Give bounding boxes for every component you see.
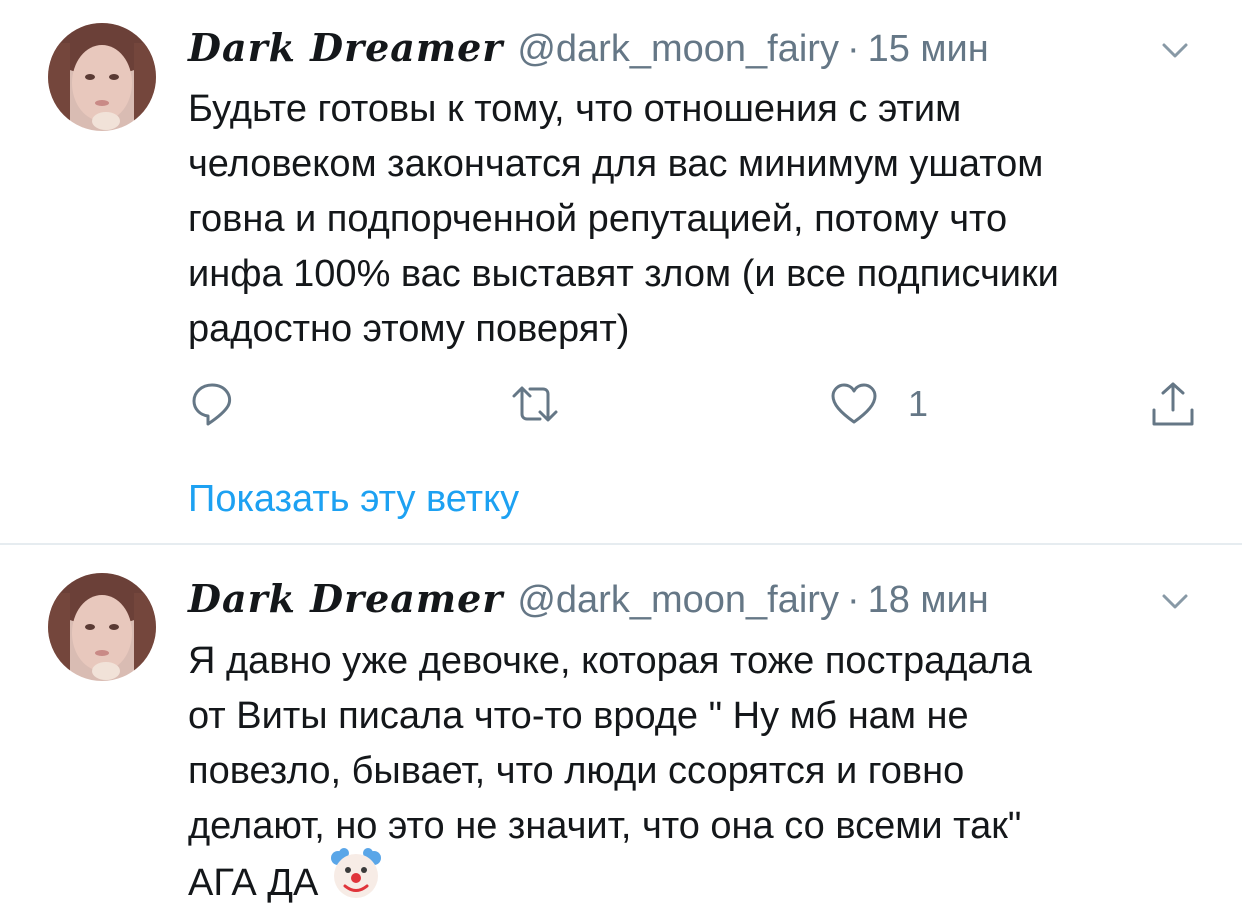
tweet-text-line: радостно этому поверят) <box>188 308 630 350</box>
tweet-header: Dark Dreamer @dark_moon_fairy · 18 мин <box>188 575 989 624</box>
share-icon <box>1152 382 1194 426</box>
author-handle[interactable]: @dark_moon_fairy <box>517 579 839 621</box>
chevron-down-icon[interactable] <box>1158 34 1192 68</box>
tweet-text-line: от Виты писала что-то вроде " Ну мб нам … <box>188 695 969 737</box>
timestamp[interactable]: 18 мин <box>868 579 989 621</box>
heart-icon <box>831 383 877 424</box>
avatar[interactable] <box>48 573 156 681</box>
reply-button[interactable] <box>190 380 238 428</box>
retweet-icon <box>512 386 558 422</box>
speech-bubble-icon <box>192 383 232 426</box>
clown-face-icon <box>330 848 382 916</box>
show-thread-link[interactable]: Показать эту ветку <box>188 478 519 521</box>
tweet-text-fragment: АГА ДА <box>188 862 319 905</box>
like-count: 1 <box>908 383 929 424</box>
avatar[interactable] <box>48 23 156 131</box>
timestamp[interactable]: 15 мин <box>868 28 989 70</box>
tweet-text-line: повезло, бывает, что люди ссорятся и гов… <box>188 750 965 792</box>
separator-dot: · <box>846 28 860 70</box>
tweet-1[interactable]: Dark Dreamer @dark_moon_fairy · 15 мин Будь… <box>0 0 1242 540</box>
retweet-button[interactable] <box>508 382 562 426</box>
author-name[interactable]: Dark Dreamer <box>188 576 503 621</box>
tweet-text-line: Я давно уже девочке, которая тоже постра… <box>188 640 1032 682</box>
tweet-actions: 1 <box>0 380 1242 430</box>
tweet-text-line: инфа 100% вас выставят злом (и все подпи… <box>188 253 1059 295</box>
like-button[interactable]: 1 <box>830 382 928 426</box>
tweet-header: Dark Dreamer @dark_moon_fairy · 15 мин <box>188 24 989 73</box>
tweet-text-line-last: АГА ДА <box>188 848 1208 916</box>
tweet-text-line: говна и подпорченной репутацией, потому … <box>188 198 1008 240</box>
tweet-text-line: человеком закончатся для вас минимум уша… <box>188 143 1044 185</box>
tweet-text: Будьте готовы к тому, что отношения с эт… <box>188 82 1208 357</box>
tweet-divider <box>0 543 1242 545</box>
separator-dot: · <box>846 579 860 621</box>
author-name[interactable]: Dark Dreamer <box>188 25 503 70</box>
author-handle[interactable]: @dark_moon_fairy <box>517 28 839 70</box>
share-button[interactable] <box>1150 380 1196 428</box>
tweet-text-line: Будьте готовы к тому, что отношения с эт… <box>188 88 962 130</box>
tweet-text-line: делают, но это не значит, что она со все… <box>188 805 1022 847</box>
tweet-2[interactable]: Dark Dreamer @dark_moon_fairy · 18 мин Я да… <box>0 546 1242 918</box>
tweet-text: Я давно уже девочке, которая тоже постра… <box>188 634 1208 916</box>
chevron-down-icon[interactable] <box>1158 585 1192 619</box>
